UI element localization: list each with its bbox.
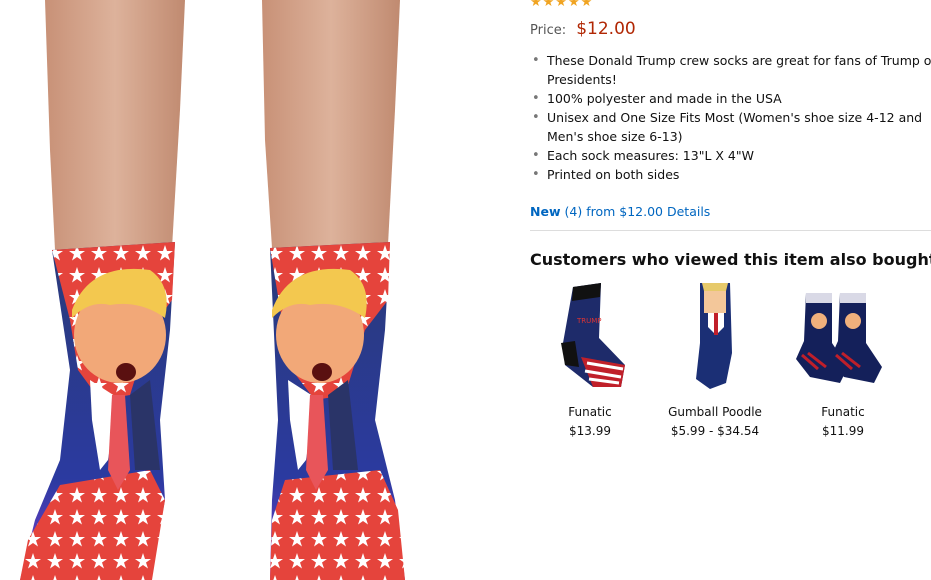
also-bought-title: Customers who viewed this item also boug… [530,250,931,269]
left-leg [20,0,185,580]
feature-bullet: Printed on both sides [532,165,931,184]
also-bought-price: $13.99 [569,424,611,438]
offers-new-label[interactable]: New [530,204,561,219]
rating-strip[interactable]: ★★★★★ [530,0,931,10]
also-bought-brand[interactable]: Funatic [783,405,903,420]
sock-thumbnail-image[interactable]: TRUMP [535,283,645,393]
section-divider [530,230,931,231]
offers-count[interactable]: (4) [564,204,582,219]
also-bought-item[interactable]: Gumball Poodle $5.99 - $34.54 [655,283,775,439]
also-bought-price: $5.99 - $34.54 [670,424,760,438]
feature-bullet: Each sock measures: 13"L X 4"W [532,146,931,165]
feature-bullet: 100% polyester and made in the USA [532,89,931,108]
also-bought-item[interactable]: Funatic $11.99 [783,283,903,439]
star-rating-icon[interactable]: ★★★★★ [530,0,593,10]
offers-from-text[interactable]: from $12.00 [586,204,663,219]
also-bought-carousel: TRUMP Funatic $13.99 Gumball Poodle $5.9… [530,283,931,443]
product-image[interactable] [0,0,520,580]
also-bought-item[interactable]: TRUMP Funatic $13.99 [530,283,650,439]
price-value: $12.00 [576,19,636,39]
product-detail-page: ★★★★★ Price: $12.00 These Donald Trump c… [0,0,931,580]
sock-thumbnail-image[interactable] [788,283,898,393]
also-bought-brand[interactable]: Gumball Poodle [655,405,775,420]
right-leg [262,0,405,580]
feature-bullet: These Donald Trump crew socks are great … [532,51,931,89]
new-offers-link[interactable]: New (4) from $12.00 Details [530,204,710,219]
sock-thumbnail-image[interactable] [660,283,770,393]
rating-link-underline [608,0,931,1]
also-bought-price: $11.99 [822,424,864,438]
svg-text:TRUMP: TRUMP [576,317,602,325]
price-row: Price: $12.00 [530,19,636,39]
price-label: Price: [530,23,567,38]
also-bought-brand[interactable]: Funatic [530,405,650,420]
feature-bullets: These Donald Trump crew socks are great … [530,51,931,184]
feature-bullet: Unisex and One Size Fits Most (Women's s… [532,108,931,146]
product-details-panel: ★★★★★ Price: $12.00 These Donald Trump c… [530,0,931,580]
offers-details-link[interactable]: Details [667,204,710,219]
